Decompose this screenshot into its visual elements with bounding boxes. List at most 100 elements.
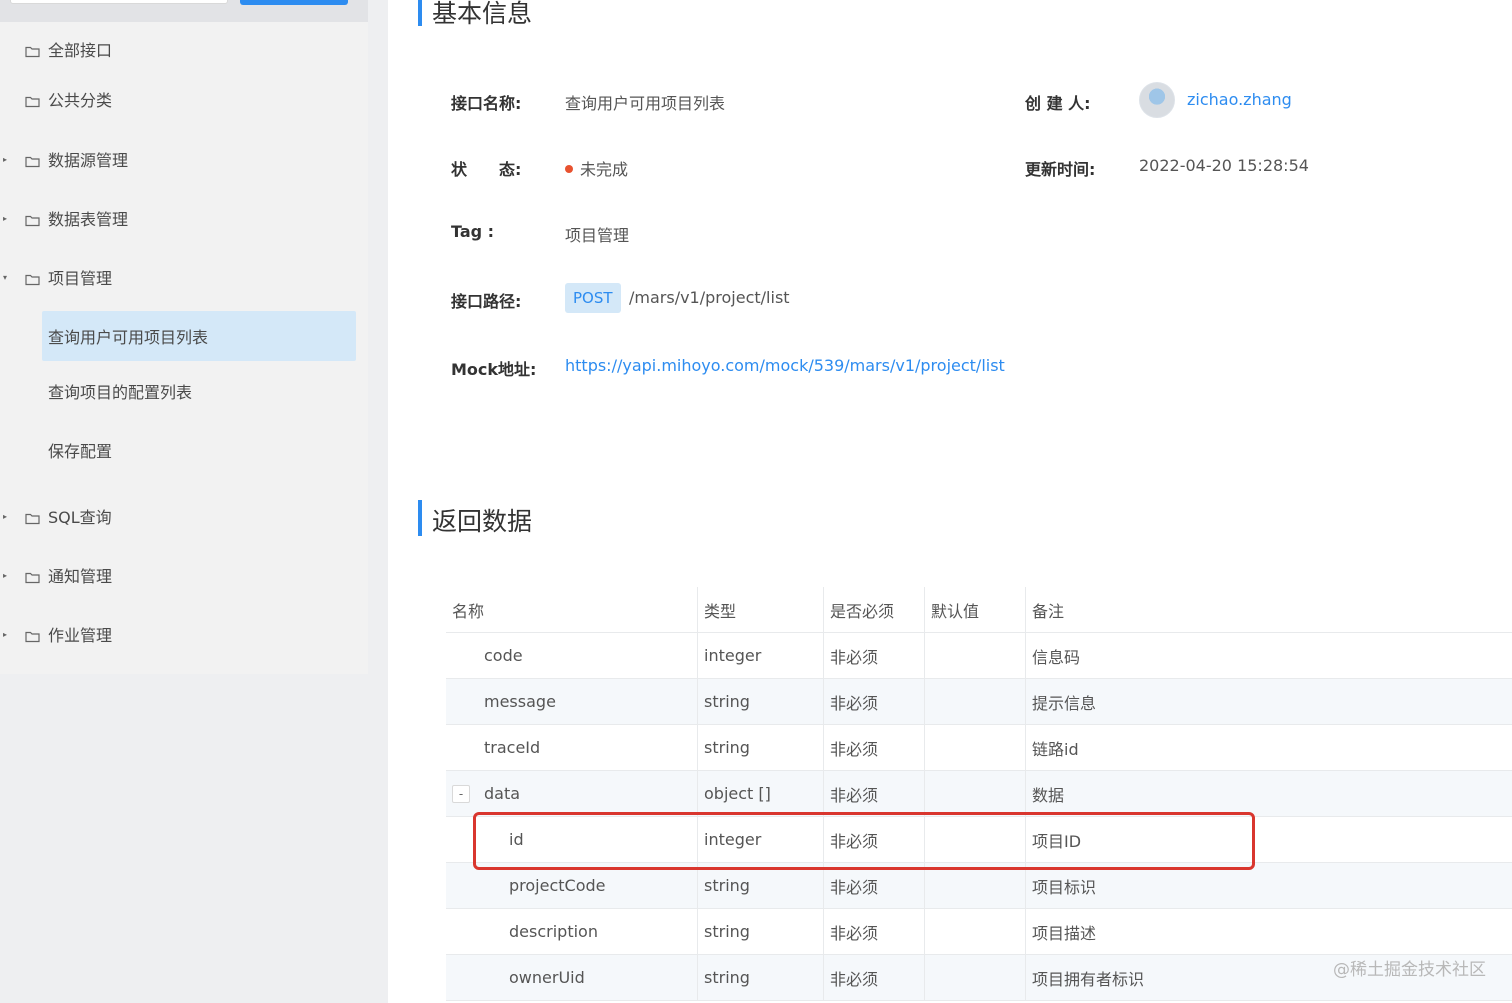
table-cell-required: 非必须 — [824, 679, 925, 724]
table-cell-type: object [] — [698, 771, 824, 816]
sidebar-category[interactable]: ▸ 作业管理 — [0, 609, 368, 659]
column-header: 是否必须 — [824, 587, 925, 632]
caret-icon[interactable]: ▾ — [3, 273, 7, 282]
sidebar-interface-item[interactable]: 保存配置 — [42, 425, 356, 475]
table-cell-required: 非必须 — [824, 633, 925, 678]
table-cell-note: 链路id — [1026, 725, 1512, 770]
sidebar-category[interactable]: ▸ 通知管理 — [0, 550, 368, 600]
table-cell-type: integer — [698, 633, 824, 678]
column-header: 默认值 — [925, 587, 1026, 632]
sidebar-category-label: 项目管理 — [48, 269, 113, 288]
cell-text: 提示信息 — [1032, 693, 1097, 713]
column-header: 名称 — [446, 587, 698, 632]
sidebar: 全部接口 公共分类 ▸ 数据源管理 ▸ 数据表管理 ▾ 项目管理 ▸ SQL查询 ▸ 通知管理 ▸ 作业管… — [0, 0, 368, 674]
sidebar-interface-item[interactable]: 查询项目的配置列表 — [42, 366, 356, 416]
add-button[interactable] — [240, 0, 348, 5]
table-cell-name: ownerUid — [446, 955, 698, 1000]
cell-text: 非必须 — [830, 877, 879, 897]
creator-link[interactable]: zichao.zhang — [1187, 90, 1292, 109]
sidebar-category-label: 公共分类 — [48, 91, 113, 110]
table-cell-type: string — [698, 725, 824, 770]
cell-text: string — [704, 968, 750, 987]
creator-label: 创 建 人: — [1025, 94, 1091, 113]
cell-text: 非必须 — [830, 693, 879, 713]
caret-icon[interactable]: ▸ — [3, 571, 7, 580]
cell-text: ownerUid — [509, 968, 585, 987]
cell-text: 链路id — [1032, 739, 1079, 759]
cell-text: 非必须 — [830, 923, 879, 943]
table-cell-default — [925, 679, 1026, 724]
search-input[interactable] — [10, 0, 228, 4]
section-marker — [418, 500, 422, 536]
table-cell-required: 非必须 — [824, 771, 925, 816]
cell-text: description — [509, 922, 598, 941]
sidebar-category-label: 全部接口 — [48, 41, 113, 60]
mock-label: Mock地址: — [451, 360, 537, 379]
sidebar-category[interactable]: 公共分类 — [0, 74, 368, 124]
cell-text: data — [484, 784, 521, 803]
table-header: 名称 类型 是否必须 默认值 备注 — [446, 587, 1512, 633]
cell-text: 非必须 — [830, 785, 879, 805]
sidebar-category-label: 作业管理 — [48, 626, 113, 645]
collapse-icon[interactable]: - — [452, 784, 470, 803]
table-cell-name: message — [446, 679, 698, 724]
section-marker — [418, 0, 422, 26]
watermark: @稀土掘金技术社区 — [1333, 960, 1486, 980]
path-label: 接口路径: — [451, 292, 522, 311]
tag-label: Tag : — [451, 222, 495, 241]
cell-text: 信息码 — [1032, 647, 1081, 667]
cell-text: string — [704, 876, 750, 895]
sidebar-category[interactable]: ▸ 数据源管理 — [0, 134, 368, 184]
table-cell-default — [925, 771, 1026, 816]
cell-text: string — [704, 922, 750, 941]
sidebar-category[interactable]: 全部接口 — [0, 24, 368, 74]
cell-text: 非必须 — [830, 647, 879, 667]
caret-icon[interactable]: ▸ — [3, 630, 7, 639]
name-label: 接口名称: — [451, 94, 522, 113]
status-text: 未完成 — [580, 160, 629, 179]
sidebar-interface-item[interactable]: 查询用户可用项目列表 — [42, 311, 356, 361]
sidebar-category[interactable]: ▾ 项目管理 — [0, 252, 368, 302]
sidebar-category[interactable]: ▸ SQL查询 — [0, 491, 368, 541]
caret-icon[interactable]: ▸ — [3, 214, 7, 223]
sidebar-category-label: 通知管理 — [48, 567, 113, 586]
cell-text: traceId — [484, 738, 541, 757]
status-dot-icon — [565, 165, 573, 173]
method-badge: POST — [565, 283, 621, 313]
cell-text: 项目描述 — [1032, 923, 1097, 943]
folder-icon — [25, 569, 40, 584]
cell-text: 数据 — [1032, 785, 1065, 805]
table-row: description string 非必须 项目描述 — [446, 909, 1512, 955]
path-value: /mars/v1/project/list — [629, 288, 790, 307]
table-cell-name: traceId — [446, 725, 698, 770]
cell-text: message — [484, 692, 556, 711]
sidebar-category[interactable]: ▸ 数据表管理 — [0, 193, 368, 243]
table-row: traceId string 非必须 链路id — [446, 725, 1512, 771]
table-cell-type: string — [698, 679, 824, 724]
cell-text: string — [704, 738, 750, 757]
cell-text: string — [704, 692, 750, 711]
table-cell-name: - data — [446, 771, 698, 816]
avatar[interactable] — [1139, 82, 1175, 118]
column-header: 类型 — [698, 587, 824, 632]
cell-text: integer — [704, 646, 762, 665]
caret-icon[interactable]: ▸ — [3, 155, 7, 164]
table-cell-note: 项目描述 — [1026, 909, 1512, 954]
column-header: 备注 — [1032, 601, 1065, 621]
folder-icon — [25, 628, 40, 643]
cell-text: 非必须 — [830, 739, 879, 759]
table-cell-default — [925, 633, 1026, 678]
table-cell-type: string — [698, 955, 824, 1000]
tag-value: 项目管理 — [565, 226, 630, 245]
folder-icon — [25, 510, 40, 525]
cell-text: object [] — [704, 784, 771, 803]
name-value: 查询用户可用项目列表 — [565, 94, 726, 113]
table-cell-required: 非必须 — [824, 725, 925, 770]
folder-icon — [25, 153, 40, 168]
highlight-annotation — [473, 812, 1255, 870]
mock-link[interactable]: https://yapi.mihoyo.com/mock/539/mars/v1… — [565, 356, 1005, 375]
folder-icon — [25, 93, 40, 108]
caret-icon[interactable]: ▸ — [3, 512, 7, 521]
table-row: message string 非必须 提示信息 — [446, 679, 1512, 725]
cell-text: code — [484, 646, 523, 665]
